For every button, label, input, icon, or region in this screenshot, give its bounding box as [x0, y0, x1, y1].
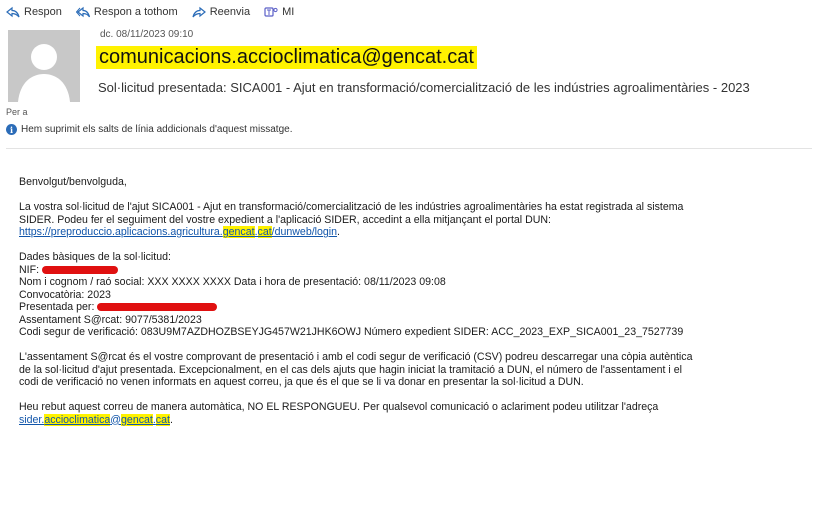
link-part[interactable]: gencat — [222, 226, 255, 238]
forward-label: Reenvia — [209, 6, 251, 18]
email-link-part[interactable]: cat — [155, 413, 170, 426]
paragraph-3-line-1: Heu rebut aquest correu de manera automà… — [19, 401, 659, 413]
paragraph-2-line-3: codi de verificació no venen informats e… — [19, 376, 584, 388]
presentada-label: Presentada per: — [19, 301, 95, 313]
email-link-part[interactable]: sider. — [19, 414, 44, 426]
email-body: Benvolgut/benvolguda, La vostra sol·lici… — [19, 176, 809, 426]
reply-all-button[interactable]: Respon a tothom — [75, 6, 178, 18]
paragraph-1-line-2: SIDER. Podeu fer el seguiment del vostre… — [19, 213, 551, 226]
greeting: Benvolgut/benvolguda, — [19, 176, 127, 188]
teams-icon — [264, 7, 278, 17]
reply-label: Respon — [24, 6, 62, 18]
link-part[interactable]: cat — [257, 226, 272, 238]
sender-avatar — [8, 30, 80, 102]
link-part[interactable]: /dunweb/login — [272, 226, 337, 238]
sender-address[interactable]: comunicacions.accioclimatica@gencat.cat — [96, 46, 477, 69]
nif-line: NIF: — [19, 264, 809, 277]
to-label: Per a — [6, 107, 28, 117]
email-end: . — [169, 413, 173, 426]
email-subject: Sol·licitud presentada: SICA001 - Ajut e… — [98, 80, 750, 95]
email-link-part[interactable]: @ — [110, 414, 121, 426]
paragraph-2-line-2: de la sol·licitud d'ajut presentada. Exc… — [19, 363, 682, 376]
forward-icon — [192, 6, 206, 18]
header-divider — [6, 148, 812, 149]
assentament-line: Assentament S@rcat: 9077/5381/2023 — [19, 313, 202, 326]
person-silhouette-icon — [18, 44, 70, 102]
forward-button[interactable]: Reenvia — [192, 6, 250, 18]
teams-share-button[interactable]: MI — [264, 6, 294, 18]
line-break-notice: i Hem suprimit els salts de línia addici… — [6, 124, 292, 135]
reply-icon — [6, 6, 20, 18]
reply-button[interactable]: Respon — [6, 6, 62, 18]
name-line: Nom i cognom / raó social: XXX XXXX XXXX… — [19, 276, 446, 288]
email-date: dc. 08/11/2023 09:10 — [100, 29, 194, 40]
presentada-line: Presentada per: — [19, 301, 809, 314]
reply-all-label: Respon a tothom — [93, 6, 178, 18]
notice-text: Hem suprimit els salts de línia addicion… — [21, 124, 293, 135]
contact-email-line: sider.accioclimatica@gencat.cat. — [19, 413, 809, 427]
email-link-part[interactable]: accioclimatica — [44, 413, 111, 426]
convocatoria-line: Convocatòria: 2023 — [19, 288, 111, 301]
paragraph-2-line-1: L'assentament S@rcat és el vostre compro… — [19, 351, 693, 363]
message-toolbar: Respon Respon a tothom Reenvia MI — [6, 6, 294, 18]
email-link-part[interactable]: gencat — [121, 413, 153, 426]
dun-portal-link[interactable]: https://preproduccio.aplicacions.agricul… — [19, 226, 809, 239]
codi-line: Codi segur de verificació: 083U9M7AZDHOZ… — [19, 326, 684, 338]
paragraph-1-line-1: La vostra sol·licitud de l'ajut SICA001 … — [19, 201, 684, 213]
reply-all-icon — [75, 6, 90, 18]
info-icon: i — [6, 124, 17, 135]
teams-label: MI — [282, 6, 295, 18]
basics-title: Dades bàsiques de la sol·licitud: — [19, 251, 171, 263]
link-part[interactable]: https://preproduccio.aplicacions.agricul… — [19, 226, 223, 238]
link-end: . — [337, 226, 340, 238]
nif-label: NIF: — [19, 263, 40, 276]
redaction-mark — [41, 265, 118, 274]
redaction-mark — [97, 303, 218, 312]
